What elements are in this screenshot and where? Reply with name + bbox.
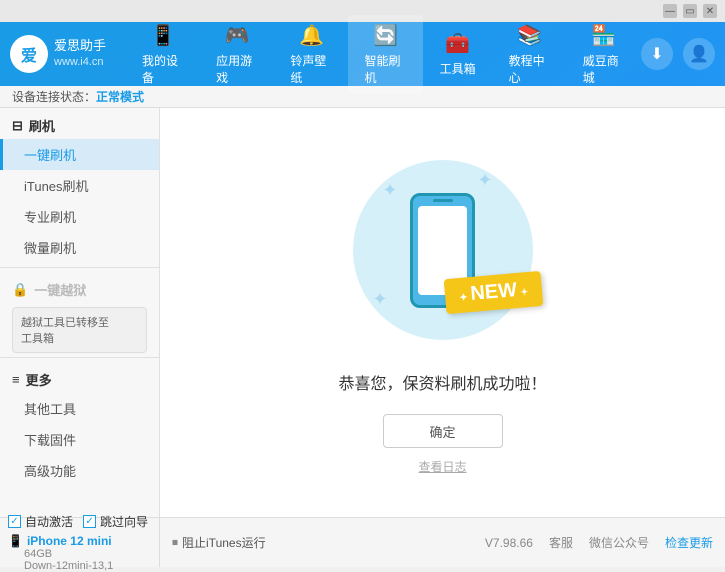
- header-right: ⬇ 👤: [641, 38, 715, 70]
- logo: 爱 爱思助手 www.i4.cn: [10, 35, 106, 73]
- phone-circle-bg: ✦ ✦ ✦ NEW: [353, 160, 533, 340]
- stop-itunes[interactable]: ⏹ 阻止iTunes运行: [172, 534, 266, 551]
- sparkle-2: ✦: [477, 170, 492, 191]
- device-phone-icon: 📱: [8, 534, 23, 548]
- bottom-bar: ✓ 自动激活 ✓ 跳过向导 📱 iPhone 12 mini 64GB Down…: [0, 517, 725, 567]
- nav-smart-flash[interactable]: 🔄 智能刷机: [348, 15, 422, 94]
- nav-tutorial[interactable]: 📚 教程中心: [493, 15, 567, 94]
- tutorial-icon: 📚: [517, 23, 542, 48]
- mall-icon: 🏪: [591, 23, 616, 48]
- lock-icon: 🔒: [12, 282, 28, 298]
- stop-icon: ⏹: [172, 535, 178, 550]
- bottom-links: V7.98.66 客服 微信公众号 检查更新: [485, 534, 713, 551]
- sidebar-jailbreak-note: 越狱工具已转移至 工具箱: [12, 307, 147, 353]
- wechat-link[interactable]: 微信公众号: [589, 534, 649, 551]
- checkbox-group: ✓ 自动激活 ✓ 跳过向导: [8, 513, 151, 530]
- nav-weiduan-mall[interactable]: 🏪 威豆商城: [567, 15, 641, 94]
- ringtone-icon: 🔔: [299, 23, 324, 48]
- sidebar-download-firmware[interactable]: 下载固件: [0, 424, 159, 455]
- sidebar-micro-flash[interactable]: 微量刷机: [0, 232, 159, 263]
- auto-activate-box: ✓: [8, 515, 21, 528]
- my-device-icon: 📱: [151, 23, 176, 48]
- toolbox-icon: 🧰: [445, 31, 470, 56]
- main-area: ⊟ 刷机 一键刷机 iTunes刷机 专业刷机 微量刷机 🔒 一键越狱 越狱工具…: [0, 108, 725, 517]
- nav-toolbox[interactable]: 🧰 工具箱: [423, 23, 493, 85]
- sidebar-advanced[interactable]: 高级功能: [0, 455, 159, 486]
- nav-items: 📱 我的设备 🎮 应用游戏 🔔 铃声壁纸 🔄 智能刷机 🧰 工具箱 📚 教程中心…: [126, 15, 641, 94]
- nav-apps-games[interactable]: 🎮 应用游戏: [200, 15, 274, 94]
- log-link[interactable]: 查看日志: [418, 458, 466, 475]
- sidebar-itunes-flash[interactable]: iTunes刷机: [0, 170, 159, 201]
- maximize-btn[interactable]: ▭: [683, 4, 697, 18]
- sidebar-more-header: ≡ 更多: [0, 362, 159, 393]
- auto-activate-checkbox[interactable]: ✓ 自动激活: [8, 513, 73, 530]
- sidebar-divider-2: [0, 357, 159, 358]
- header: 爱 爱思助手 www.i4.cn 📱 我的设备 🎮 应用游戏 🔔 铃声壁纸 🔄 …: [0, 22, 725, 86]
- apps-games-icon: 🎮: [225, 23, 250, 48]
- phone-notch: [433, 199, 453, 202]
- sparkle-1: ✦: [383, 180, 398, 201]
- new-badge: NEW: [444, 271, 544, 314]
- content-area: ✦ ✦ ✦ NEW 恭喜您，保资料刷机成功啦！ 确定 查看日志: [160, 108, 725, 517]
- phone-illustration: ✦ ✦ ✦ NEW: [343, 150, 543, 350]
- close-btn[interactable]: ✕: [703, 4, 717, 18]
- check-update-link[interactable]: 检查更新: [665, 534, 713, 551]
- customer-service-link[interactable]: 客服: [549, 534, 573, 551]
- sidebar-divider-1: [0, 267, 159, 268]
- download-btn[interactable]: ⬇: [641, 38, 673, 70]
- skip-wizard-checkbox[interactable]: ✓ 跳过向导: [83, 513, 148, 530]
- sidebar-jailbreak-header: 🔒 一键越狱: [0, 272, 159, 303]
- nav-ringtone-wallpaper[interactable]: 🔔 铃声壁纸: [274, 15, 348, 94]
- confirm-button[interactable]: 确定: [383, 414, 503, 448]
- sidebar-other-tools[interactable]: 其他工具: [0, 393, 159, 424]
- logo-text: 爱思助手 www.i4.cn: [54, 38, 106, 69]
- minimize-btn[interactable]: —: [663, 4, 677, 18]
- sidebar-flash-header: ⊟ 刷机: [0, 108, 159, 139]
- bottom-left: ✓ 自动激活 ✓ 跳过向导 📱 iPhone 12 mini 64GB Down…: [0, 518, 160, 567]
- logo-icon: 爱: [10, 35, 48, 73]
- nav-my-device[interactable]: 📱 我的设备: [126, 15, 200, 94]
- sidebar-pro-flash[interactable]: 专业刷机: [0, 201, 159, 232]
- skip-wizard-box: ✓: [83, 515, 96, 528]
- success-message: 恭喜您，保资料刷机成功啦！: [338, 370, 546, 394]
- sidebar: ⊟ 刷机 一键刷机 iTunes刷机 专业刷机 微量刷机 🔒 一键越狱 越狱工具…: [0, 108, 160, 517]
- user-btn[interactable]: 👤: [683, 38, 715, 70]
- sparkle-3: ✦: [373, 289, 388, 310]
- more-icon: ≡: [12, 372, 20, 387]
- smart-flash-icon: 🔄: [373, 23, 398, 48]
- flash-icon: ⊟: [12, 118, 23, 134]
- device-info: 📱 iPhone 12 mini 64GB Down-12mini-13,1: [8, 534, 151, 572]
- sidebar-one-key-flash[interactable]: 一键刷机: [0, 139, 159, 170]
- bottom-right: ⏹ 阻止iTunes运行 V7.98.66 客服 微信公众号 检查更新: [160, 518, 725, 567]
